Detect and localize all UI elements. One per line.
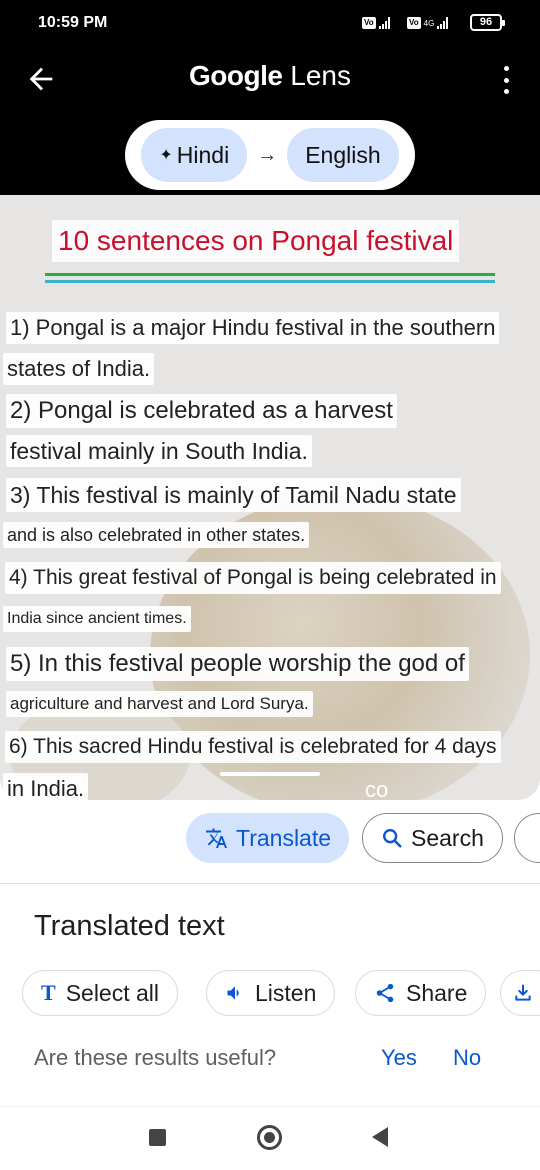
network-type: 4G [423, 18, 435, 28]
translate-chip[interactable]: Translate [186, 813, 350, 863]
share-icon [376, 983, 394, 1003]
image-title-text: 10 sentences on Pongal festival [52, 220, 460, 262]
feedback-question: Are these results useful? [34, 1045, 277, 1070]
recents-icon[interactable] [149, 1129, 166, 1146]
back-triangle-icon[interactable] [372, 1127, 388, 1147]
language-selector: ✦ Hindi → English [125, 120, 415, 190]
overlay-line: 1) Pongal is a major Hindu festival in t… [6, 312, 500, 344]
overlay-line: in India. [3, 773, 89, 800]
volte-badge: Vo [362, 17, 376, 29]
volte-badge-2: Vo [407, 17, 421, 29]
overlay-line: agriculture and harvest and Lord Surya. [6, 691, 313, 717]
sheet-drag-handle[interactable] [220, 772, 320, 776]
status-time: 10:59 PM [38, 14, 108, 31]
homework-chip[interactable] [514, 813, 540, 863]
target-language-label: English [305, 141, 381, 168]
overlay-line: 6) This sacred Hindu festival is celebra… [5, 731, 501, 763]
overlay-line: 4) This great festival of Pongal is bein… [5, 562, 501, 594]
speaker-icon [227, 986, 239, 1000]
search-chip-label: Search [411, 824, 484, 851]
overlay-line: festival mainly in South India. [6, 435, 312, 467]
language-arrow-icon: → [257, 143, 278, 166]
share-button[interactable]: Share [355, 970, 487, 1016]
app-bar: Google Lens ✦ Hindi → English [0, 48, 540, 195]
translate-icon [206, 828, 227, 848]
select-all-button[interactable]: T Select all [22, 970, 179, 1016]
green-rule [45, 273, 495, 276]
feedback-no-button[interactable]: No [453, 1045, 481, 1071]
mode-chips: Translate Search [0, 813, 540, 869]
select-all-label: Select all [65, 979, 160, 1006]
signal-sim1-icon: Vo [362, 14, 390, 32]
download-icon [515, 984, 531, 1001]
source-language-button[interactable]: ✦ Hindi [141, 128, 248, 182]
overlay-line: and is also celebrated in other states. [3, 522, 310, 548]
app-title-google: Google [189, 60, 283, 91]
home-icon[interactable] [257, 1125, 282, 1150]
app-title: Google Lens [0, 60, 540, 92]
blue-rule [45, 280, 495, 283]
feedback-yes-button[interactable]: Yes [381, 1045, 417, 1071]
text-icon: T [41, 980, 56, 1005]
overlay-line: India since ancient times. [3, 606, 191, 632]
overlay-line: 2) Pongal is celebrated as a harvest [6, 394, 397, 428]
action-row: T Select all Listen Share [0, 970, 540, 1018]
image-preview[interactable]: 10 sentences on Pongal festival 1) Ponga… [0, 195, 540, 800]
sparkle-icon: ✦ [159, 147, 173, 164]
download-button[interactable] [500, 970, 540, 1016]
overlay-line: 5) In this festival people worship the g… [6, 647, 469, 681]
translated-text-heading: Translated text [34, 910, 225, 942]
listen-button[interactable]: Listen [206, 970, 336, 1016]
signal-sim2-icon: Vo 4G [407, 14, 449, 32]
overlay-line: 3) This festival is mainly of Tamil Nadu… [6, 478, 461, 512]
more-options-icon[interactable] [500, 66, 512, 94]
listen-label: Listen [255, 979, 317, 1006]
search-icon [383, 829, 402, 848]
search-chip[interactable]: Search [362, 813, 503, 863]
status-bar: 10:59 PM Vo Vo 4G 96 [0, 0, 540, 48]
system-nav-bar [0, 1106, 540, 1170]
divider [0, 883, 540, 884]
app-title-lens: Lens [290, 60, 351, 91]
overlay-line: states of India. [3, 353, 155, 385]
translate-chip-label: Translate [236, 824, 332, 851]
source-language-label: Hindi [176, 141, 230, 168]
target-language-button[interactable]: English [287, 128, 399, 182]
watermark-text: co [365, 777, 389, 800]
battery-icon: 96 [470, 14, 505, 31]
share-label: Share [406, 979, 468, 1006]
